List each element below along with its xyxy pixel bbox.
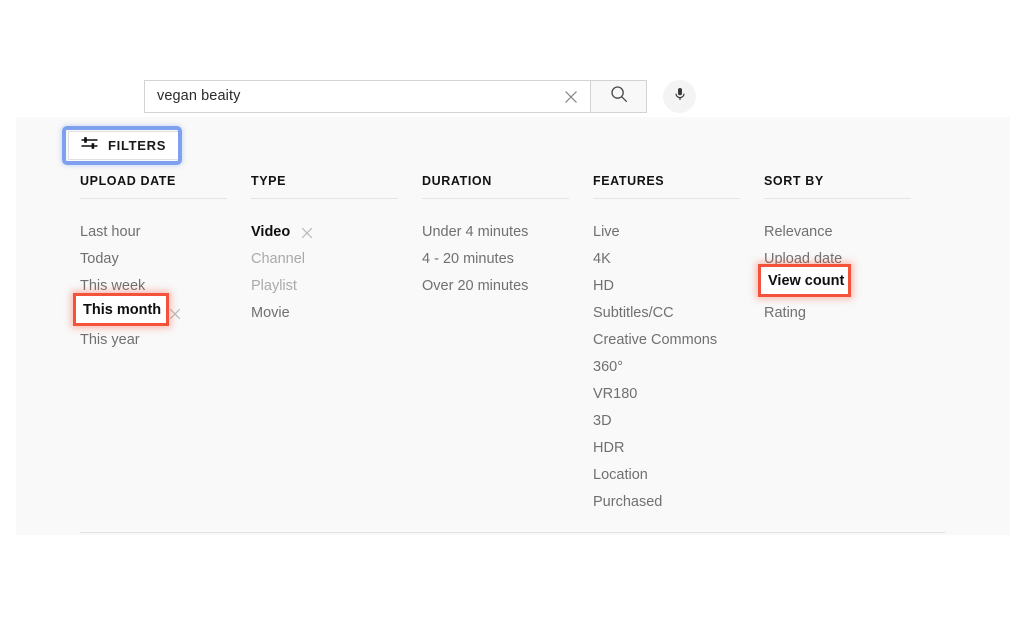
filter-option-label: Creative Commons	[593, 327, 717, 354]
filter-option-label: Today	[80, 246, 119, 273]
column-heading-duration: DURATION	[422, 174, 593, 198]
filter-option-label: Video	[251, 219, 290, 246]
filter-option-this-week[interactable]: This week	[80, 273, 251, 300]
column-rule	[80, 198, 227, 199]
filter-option-label: HD	[593, 273, 614, 300]
filter-option-label: Over 20 minutes	[422, 273, 528, 300]
filter-option-label: Relevance	[764, 219, 833, 246]
filter-option-vr180[interactable]: VR180	[593, 381, 764, 408]
sort-option-upload-date[interactable]: Upload date	[764, 246, 935, 273]
filter-option-label: Channel	[251, 246, 305, 273]
column-heading-type: TYPE	[251, 174, 422, 198]
filter-option-purchased[interactable]: Purchased	[593, 489, 764, 516]
filter-option-live[interactable]: Live	[593, 219, 764, 246]
filter-option-under-4-minutes[interactable]: Under 4 minutes	[422, 219, 593, 246]
filter-option-label: Under 4 minutes	[422, 219, 528, 246]
filter-option-label: This month	[80, 300, 158, 327]
filter-column-upload-date: UPLOAD DATE Last hour Today This week Th…	[80, 174, 251, 516]
sort-option-rating[interactable]: Rating	[764, 300, 935, 327]
filter-option-over-20-minutes[interactable]: Over 20 minutes	[422, 273, 593, 300]
filter-column-sort-by: SORT BY Relevance Upload date View count…	[764, 174, 935, 516]
search-input[interactable]: vegan beaity	[144, 80, 591, 113]
filter-option-label: 3D	[593, 408, 612, 435]
sort-option-relevance[interactable]: Relevance	[764, 219, 935, 246]
column-rule	[764, 198, 911, 199]
filter-option-subtitles-cc[interactable]: Subtitles/CC	[593, 300, 764, 327]
filter-option-channel[interactable]: Channel	[251, 246, 422, 273]
magnifier-icon	[610, 85, 628, 108]
filter-option-label: Upload date	[764, 246, 842, 273]
column-heading-features: FEATURES	[593, 174, 764, 198]
column-rule	[251, 198, 398, 199]
filter-column-features: FEATURES Live 4K HD Subtitles/CC Creativ…	[593, 174, 764, 516]
filter-option-label: This year	[80, 327, 140, 354]
filters-button-label: FILTERS	[108, 138, 166, 153]
filter-option-label: 4K	[593, 246, 611, 273]
filter-option-label: Location	[593, 462, 648, 489]
filter-option-this-year[interactable]: This year	[80, 327, 251, 354]
column-rule	[422, 198, 569, 199]
filters-button[interactable]: FILTERS	[68, 131, 181, 160]
panel-divider	[80, 532, 945, 533]
filter-option-hd[interactable]: HD	[593, 273, 764, 300]
close-icon[interactable]	[560, 86, 582, 108]
filter-option-3d[interactable]: 3D	[593, 408, 764, 435]
filter-option-label: HDR	[593, 435, 624, 462]
column-rule	[593, 198, 740, 199]
filter-option-label: Playlist	[251, 273, 297, 300]
filter-option-label: Movie	[251, 300, 290, 327]
filter-option-label: Last hour	[80, 219, 140, 246]
filter-option-label: Live	[593, 219, 620, 246]
filter-option-playlist[interactable]: Playlist	[251, 273, 422, 300]
filter-option-label: View count	[764, 273, 840, 300]
search-row: vegan beaity	[144, 80, 696, 113]
filter-option-label: Subtitles/CC	[593, 300, 674, 327]
filter-option-4k[interactable]: 4K	[593, 246, 764, 273]
filter-option-this-month[interactable]: This month	[80, 300, 251, 327]
search-query-text: vegan beaity	[157, 89, 560, 104]
filter-option-4-20-minutes[interactable]: 4 - 20 minutes	[422, 246, 593, 273]
filter-option-label: Purchased	[593, 489, 662, 516]
tune-icon	[81, 136, 98, 155]
column-heading-upload-date: UPLOAD DATE	[80, 174, 251, 198]
filter-option-location[interactable]: Location	[593, 462, 764, 489]
microphone-icon	[672, 86, 688, 107]
filter-option-label: Rating	[764, 300, 806, 327]
filter-column-type: TYPE Video Channel Playlist Movie	[251, 174, 422, 516]
filter-option-video[interactable]: Video	[251, 219, 422, 246]
column-heading-sort-by: SORT BY	[764, 174, 935, 198]
filter-option-360[interactable]: 360°	[593, 354, 764, 381]
search-button[interactable]	[591, 80, 647, 113]
filter-columns: UPLOAD DATE Last hour Today This week Th…	[80, 174, 990, 516]
filter-column-duration: DURATION Under 4 minutes 4 - 20 minutes …	[422, 174, 593, 516]
filter-option-label: 4 - 20 minutes	[422, 246, 514, 273]
filter-option-today[interactable]: Today	[80, 246, 251, 273]
filter-option-last-hour[interactable]: Last hour	[80, 219, 251, 246]
filter-option-label: This week	[80, 273, 145, 300]
voice-search-button[interactable]	[663, 80, 696, 113]
filter-option-creative-commons[interactable]: Creative Commons	[593, 327, 764, 354]
filter-option-movie[interactable]: Movie	[251, 300, 422, 327]
sort-option-view-count[interactable]: View count	[764, 273, 935, 300]
remove-filter-icon[interactable]	[169, 308, 181, 320]
filter-option-hdr[interactable]: HDR	[593, 435, 764, 462]
filter-option-label: 360°	[593, 354, 623, 381]
filter-option-label: VR180	[593, 381, 637, 408]
remove-filter-icon[interactable]	[301, 227, 313, 239]
